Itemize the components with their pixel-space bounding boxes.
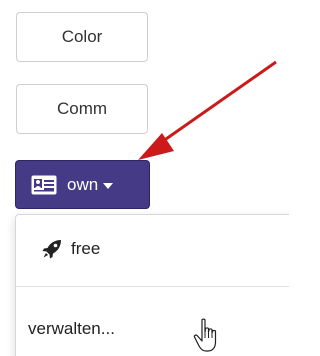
id-card-icon <box>31 175 57 194</box>
rocket-icon <box>42 240 61 259</box>
color-button[interactable]: Color <box>16 12 148 62</box>
hand-pointer-cursor-icon <box>193 318 217 352</box>
comm-button[interactable]: Comm <box>16 84 148 134</box>
menu-item-manage[interactable]: verwalten... <box>16 307 289 351</box>
own-button-label: own <box>67 174 99 194</box>
comm-button-label: Comm <box>56 99 108 118</box>
menu-divider <box>16 286 289 287</box>
own-dropdown-button[interactable]: own <box>15 160 150 209</box>
dropdown-menu: free verwalten... <box>15 214 289 356</box>
color-button-label: Color <box>61 27 103 46</box>
caret-down-icon <box>103 182 114 189</box>
stage: Color Comm own free verwalten... <box>0 0 289 356</box>
menu-item-free[interactable]: free <box>16 229 289 269</box>
menu-item-free-label: free <box>71 239 101 258</box>
menu-item-manage-label: verwalten... <box>28 319 115 338</box>
